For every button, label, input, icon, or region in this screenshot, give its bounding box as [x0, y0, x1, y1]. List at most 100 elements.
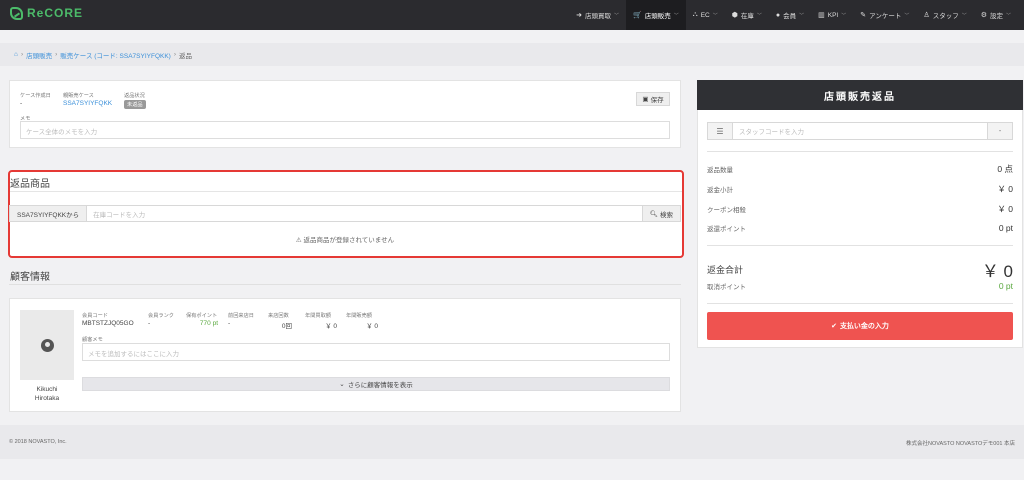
customer-memo-input[interactable]: メモを追加するにはここに入力 [82, 343, 670, 361]
gear-icon: ⚙ [980, 12, 987, 19]
summary-value: ￥ 0 [997, 184, 1013, 194]
staff-code-input[interactable]: スタッフコードを入力 [733, 122, 987, 140]
cubes-icon: ⬢ [731, 12, 738, 19]
edit-icon: ✎ [860, 12, 867, 19]
stock-code-input[interactable]: 在庫コードを入力 [87, 205, 643, 222]
chevron-down-icon: ﹀ [614, 12, 620, 19]
summary-label: 返還ポイント [707, 226, 746, 233]
main-nav: ➜ 店頭買取 ﹀ 🛒 店頭販売 ﹀ ⛬ EC ﹀ ⬢ 在庫 ﹀ ● 会員 ﹀ ▥ KPI ﹀ ✎ アンケー… [569, 0, 1018, 30]
customer-name: Kikuchi Hirotaka [20, 385, 74, 403]
user-icon: ● [775, 11, 781, 19]
search-label: 検索 [660, 211, 673, 219]
visit-count: 来店回数 0回 [268, 312, 292, 330]
search-icon: 🔍︎ [649, 210, 658, 218]
warning-icon: ⚠ [295, 237, 302, 244]
summary-value: ￥ 0 [997, 204, 1013, 214]
stat-label: 会員コード [82, 313, 108, 319]
customer-name-last: Hirotaka [34, 395, 60, 402]
cancel-points-value: 0 pt [998, 281, 1013, 291]
nav-label: 在庫 [740, 13, 754, 20]
nav-item-staff[interactable]: ♙ スタッフ ﹀ [916, 0, 973, 30]
breadcrumb-current: 返品 [179, 52, 193, 60]
breadcrumb-separator: › [55, 51, 58, 58]
breadcrumb-link-sales-case[interactable]: 販売ケース (コード: SSA7SYIYFQKK) [60, 50, 171, 60]
parent-case-label: 親販売ケース [63, 93, 94, 99]
chevron-down-icon: ﹀ [799, 12, 805, 19]
breadcrumb: ⌂ › 店頭販売 › 販売ケース (コード: SSA7SYIYFQKK) › 返… [0, 43, 1024, 66]
member-rank: 会員ランク - [148, 312, 174, 327]
section-divider [9, 284, 681, 285]
nav-item-sales[interactable]: 🛒 店頭販売 ﹀ [626, 0, 686, 30]
summary-label: 返品数量 [707, 167, 733, 174]
case-created-label: ケース作成日 [20, 93, 51, 99]
staff-code-row: ☰ スタッフコードを入力 - [707, 122, 1013, 140]
brand-logo[interactable]: ReCORE [10, 6, 83, 20]
save-icon: ▣ [642, 96, 649, 103]
stat-value: MBTSTZJQ05GO [82, 320, 134, 327]
parent-case-link[interactable]: SSA7SYIYFQKK [63, 100, 112, 107]
nav-item-ec[interactable]: ⛬ EC ﹀ [686, 0, 725, 30]
enter-payment-label: 支払い金の入力 [839, 323, 889, 330]
chevron-down-icon: ⌄ [339, 381, 345, 388]
show-more-label: さらに顧客情報を表示 [347, 382, 413, 389]
save-label: 保存 [650, 97, 664, 104]
cancel-points-row: 取消ポイント 0 pt [707, 281, 1013, 291]
summary-row-points: 返還ポイント 0 pt [707, 223, 1013, 233]
stat-value: ￥ 0 [366, 323, 378, 330]
breadcrumb-separator: › [20, 51, 24, 58]
empty-message-text: 返品商品が登録されていません [303, 237, 395, 244]
summary-title: 店頭販売返品 [697, 80, 1023, 110]
avatar [20, 310, 74, 380]
copyright: © 2018 NOVASTO, Inc. [9, 439, 67, 445]
member-code: 会員コード MBTSTZJQ05GO [82, 312, 134, 327]
section-divider [10, 191, 682, 192]
save-button[interactable]: ▣ 保存 [636, 92, 670, 106]
chevron-down-icon: ﹀ [712, 12, 718, 19]
summary-label: 返金小計 [707, 187, 733, 194]
return-search-row: SSA7SYIYFQKKから 在庫コードを入力 🔍︎ 検索 [9, 205, 681, 222]
staff-clear-button[interactable]: - [987, 122, 1013, 140]
nav-item-settings[interactable]: ⚙ 設定 ﹀ [974, 0, 1018, 30]
summary-divider [707, 303, 1013, 304]
stat-value: 770 pt [199, 320, 218, 327]
bar-chart-icon: ▥ [818, 12, 825, 19]
source-case-addon: SSA7SYIYFQKKから [9, 205, 88, 222]
list-icon: ☰ [707, 122, 733, 140]
case-created-value: - [20, 100, 23, 107]
stat-value: - [228, 320, 231, 327]
nav-item-members[interactable]: ● 会員 ﹀ [769, 0, 811, 30]
recore-logo-icon [10, 6, 23, 20]
return-items-title: 返品商品 [10, 179, 50, 190]
stat-label: 来店回数 [268, 313, 289, 319]
chevron-down-icon: ﹀ [961, 12, 967, 19]
parent-sales-case: 親販売ケース SSA7SYIYFQKK [63, 92, 112, 107]
refund-total-value: ￥ 0 [981, 262, 1013, 281]
home-icon[interactable]: ⌂ [14, 51, 18, 58]
nav-item-stock[interactable]: ⬢ 在庫 ﹀ [725, 0, 769, 30]
brand-name: ReCORE [27, 6, 84, 20]
nav-label: 店頭買取 [585, 13, 612, 20]
nav-item-buyback[interactable]: ➜ 店頭買取 ﹀ [569, 0, 626, 30]
chevron-down-icon: ﹀ [841, 12, 847, 19]
nav-item-kpi[interactable]: ▥ KPI ﹀ [811, 0, 853, 30]
show-more-customer-button[interactable]: ⌄ さらに顧客情報を表示 [82, 377, 670, 391]
nav-label: スタッフ [932, 13, 959, 20]
cart-icon: 🛒 [633, 12, 642, 19]
case-memo-input[interactable]: ケース全体のメモを入力 [20, 121, 670, 139]
store-name: 株式会社NOVASTO NOVASTOデモ001 本店 [905, 441, 1015, 447]
customer-info-title: 顧客情報 [10, 272, 50, 283]
search-button[interactable]: 🔍︎ 検索 [642, 205, 681, 222]
nav-label: 会員 [783, 13, 797, 20]
user-circle-icon [40, 338, 54, 352]
return-status-label: 返品状況 [124, 93, 145, 99]
empty-message: ⚠ 返品商品が登録されていません [9, 234, 681, 244]
nav-label: 店頭販売 [644, 13, 671, 20]
nav-label: KPI [827, 11, 839, 19]
stat-label: 会員ランク [148, 313, 174, 319]
refund-total-row: 返金合計 ￥ 0 [707, 257, 1013, 282]
enter-payment-button[interactable]: ✔ 支払い金の入力 [707, 312, 1013, 340]
customer-memo-label: 顧客メモ [82, 337, 103, 343]
breadcrumb-link-sales[interactable]: 店頭販売 [26, 50, 52, 60]
nav-item-survey[interactable]: ✎ アンケート ﹀ [853, 0, 916, 30]
top-navbar: ReCORE ➜ 店頭買取 ﹀ 🛒 店頭販売 ﹀ ⛬ EC ﹀ ⬢ 在庫 ﹀ ● 会員 ﹀ ▥ KPI… [0, 0, 1024, 30]
